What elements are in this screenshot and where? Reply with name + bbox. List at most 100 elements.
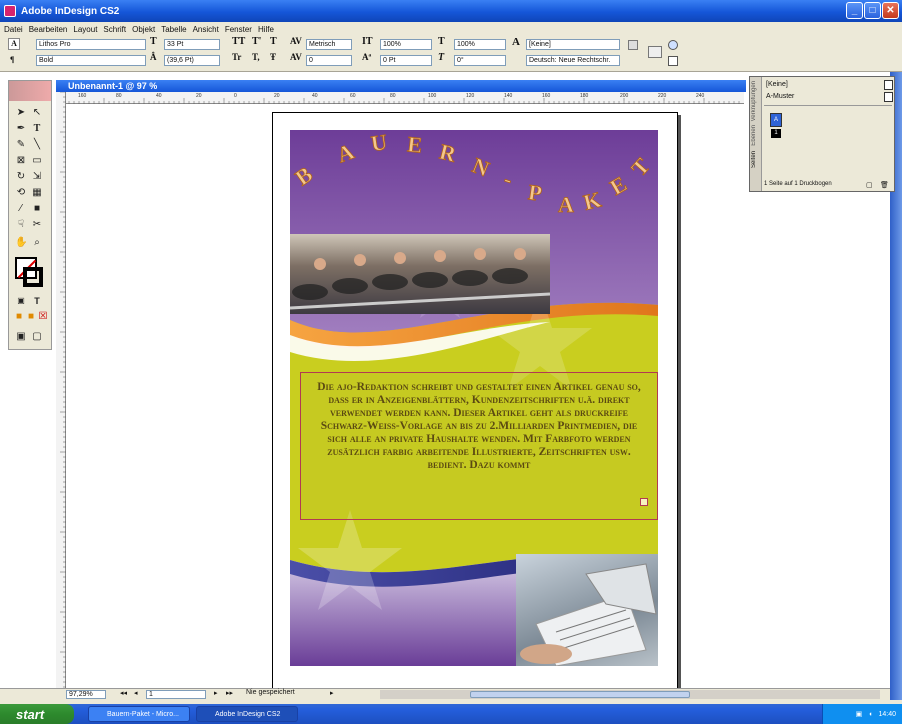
panel-menu-icon[interactable] xyxy=(628,40,638,50)
baseline-shift-field[interactable]: 0 Pt xyxy=(380,55,432,66)
selection-tool-icon[interactable]: ➤ xyxy=(15,107,27,119)
line-tool-icon[interactable]: ╲ xyxy=(31,139,43,151)
direct-selection-tool-icon[interactable]: ↖ xyxy=(31,107,43,119)
preview-mode-icon[interactable]: ▢ xyxy=(31,331,43,343)
new-page-icon[interactable]: ▢ xyxy=(866,181,873,189)
subscript-icon[interactable]: T, xyxy=(252,52,260,62)
rectangle-frame-tool-icon[interactable]: ⊠ xyxy=(15,155,27,167)
note-tool-icon[interactable]: ■ xyxy=(31,203,43,215)
menu-hilfe[interactable]: Hilfe xyxy=(258,25,274,34)
char-style-select[interactable]: [Keine] xyxy=(526,39,620,50)
overset-text-indicator[interactable] xyxy=(640,498,648,506)
language-select[interactable]: Deutsch: Neue Rechtschr. xyxy=(526,55,620,66)
maximize-button[interactable]: □ xyxy=(864,2,881,19)
rotate-tool-icon[interactable]: ↻ xyxy=(15,171,27,183)
font-style-select[interactable]: Bold xyxy=(36,55,146,66)
help-icon[interactable] xyxy=(668,40,678,50)
pencil-tool-icon[interactable]: ✎ xyxy=(15,139,27,151)
page-number-field[interactable]: 1 xyxy=(146,690,206,699)
tab-seiten[interactable]: Seiten xyxy=(751,151,757,168)
apply-gradient-icon[interactable]: ■ xyxy=(25,311,37,323)
delete-page-icon[interactable]: 🗑 xyxy=(880,181,889,189)
taskbar-item-indesign[interactable]: Adobe InDesign CS2 xyxy=(196,706,298,722)
gradient-tool-icon[interactable]: ▦ xyxy=(31,187,43,199)
tab-ebenen[interactable]: Ebenen xyxy=(751,125,757,146)
stroke-swatch[interactable] xyxy=(23,267,43,287)
font-size-field[interactable]: 33 Pt xyxy=(164,39,220,50)
pen-tool-icon[interactable]: ✒ xyxy=(15,123,27,135)
leading-field[interactable]: (39,6 Pt) xyxy=(164,55,220,66)
master-none[interactable]: [Keine] xyxy=(766,81,788,88)
menu-layout[interactable]: Layout xyxy=(73,25,97,34)
close-button[interactable]: ✕ xyxy=(882,2,899,19)
superscript-icon[interactable]: T' xyxy=(252,36,261,47)
zoom-tool-icon[interactable]: ⌕ xyxy=(31,237,43,249)
strikethrough-icon[interactable]: Ŧ xyxy=(270,52,276,62)
zoom-field[interactable]: 97,29% xyxy=(66,690,106,699)
font-family-select[interactable]: Lithos Pro xyxy=(36,39,146,50)
menu-schrift[interactable]: Schrift xyxy=(103,25,126,34)
hand-tool-icon[interactable]: ✋ xyxy=(15,237,27,249)
last-page-button[interactable]: ▸▸ xyxy=(226,689,233,697)
kerning-field[interactable]: Metrisch xyxy=(306,39,352,50)
menu-datei[interactable]: Datei xyxy=(4,25,23,34)
formatting-text-icon[interactable]: T xyxy=(31,295,43,307)
rectangle-tool-icon[interactable]: ▭ xyxy=(31,155,43,167)
master-a[interactable]: A-Muster xyxy=(766,93,794,100)
horizontal-scale-field[interactable]: 100% xyxy=(454,39,506,50)
next-page-button[interactable]: ▸ xyxy=(214,689,218,697)
button-tool-icon[interactable]: ☟ xyxy=(15,219,27,231)
toolbox-panel: ➤ ↖ ✒ T ✎ ╲ ⊠ ▭ ↻ ⇲ ⟲ ▦ ⁄ ■ ☟ ✂ ✋ ⌕ ▣ T … xyxy=(8,80,52,350)
character-mode-icon[interactable]: A xyxy=(8,38,20,50)
menu-bearbeiten[interactable]: Bearbeiten xyxy=(29,25,68,34)
headline-letter: A xyxy=(558,192,574,217)
menu-objekt[interactable]: Objekt xyxy=(132,25,155,34)
minimize-button[interactable]: _ xyxy=(846,2,863,19)
tracking-icon: AV xyxy=(290,52,302,62)
paragraph-mode-icon[interactable]: ¶ xyxy=(10,55,14,64)
menu-tabelle[interactable]: Tabelle xyxy=(161,25,186,34)
horizontal-scrollbar[interactable] xyxy=(380,690,880,699)
pages-panel: Seiten Ebenen Verknüpfungen [Keine] A-Mu… xyxy=(749,76,895,192)
small-caps-icon[interactable]: Tr xyxy=(232,52,241,62)
apply-color-icon[interactable]: ■ xyxy=(13,311,25,323)
all-caps-icon[interactable]: TT xyxy=(232,36,245,47)
scissors-tool-icon[interactable]: ✂ xyxy=(31,219,43,231)
underline-icon[interactable]: T xyxy=(270,36,277,47)
body-text-frame[interactable]: Die ajo-Redaktion schreibt und gestaltet… xyxy=(300,372,658,520)
type-tool-icon[interactable]: T xyxy=(31,123,43,135)
first-page-button[interactable]: ◂◂ xyxy=(120,689,127,697)
page-1-thumbnail[interactable]: A xyxy=(770,113,782,127)
master-a-thumbnail[interactable] xyxy=(884,92,893,102)
skew-field[interactable]: 0° xyxy=(454,55,506,66)
eyedropper-tool-icon[interactable]: ⁄ xyxy=(15,203,27,215)
menu-bar: Datei Bearbeiten Layout Schrift Objekt T… xyxy=(0,22,902,36)
menu-ansicht[interactable]: Ansicht xyxy=(193,25,219,34)
menu-fenster[interactable]: Fenster xyxy=(225,25,252,34)
tab-verknuepfungen[interactable]: Verknüpfungen xyxy=(751,81,757,121)
taskbar-item-word[interactable]: Bauern-Paket - Micro... xyxy=(88,706,190,722)
doc-icon[interactable] xyxy=(668,56,678,66)
style-panel-icon[interactable] xyxy=(648,46,662,58)
tracking-field[interactable]: 0 xyxy=(306,55,352,66)
scrollbar-thumb[interactable] xyxy=(470,691,690,698)
scale-tool-icon[interactable]: ⇲ xyxy=(31,171,43,183)
tray-volume-icon[interactable]: ◖ xyxy=(868,711,872,718)
normal-view-icon[interactable]: ▣ xyxy=(15,331,27,343)
apply-none-icon[interactable]: ☒ xyxy=(37,311,49,323)
document-tab[interactable]: Unbenannt-1 @ 97 % xyxy=(56,80,746,92)
newspaper-photo[interactable] xyxy=(516,554,658,666)
rowers-photo[interactable] xyxy=(290,234,550,314)
leading-icon: Â xyxy=(150,52,157,62)
vertical-scale-field[interactable]: 100% xyxy=(380,39,432,50)
free-transform-tool-icon[interactable]: ⟲ xyxy=(15,187,27,199)
tray-network-icon[interactable]: ▣ xyxy=(856,710,863,718)
formatting-container-icon[interactable]: ▣ xyxy=(15,295,27,307)
kerning-icon: AV xyxy=(290,36,302,46)
rowers-photo-graphic xyxy=(290,248,550,310)
status-menu-arrow-icon[interactable]: ▸ xyxy=(330,689,334,697)
font-size-icon: T xyxy=(150,36,157,47)
previous-page-button[interactable]: ◂ xyxy=(134,689,138,697)
master-none-thumbnail[interactable] xyxy=(884,80,893,90)
start-button[interactable]: start xyxy=(0,704,74,724)
